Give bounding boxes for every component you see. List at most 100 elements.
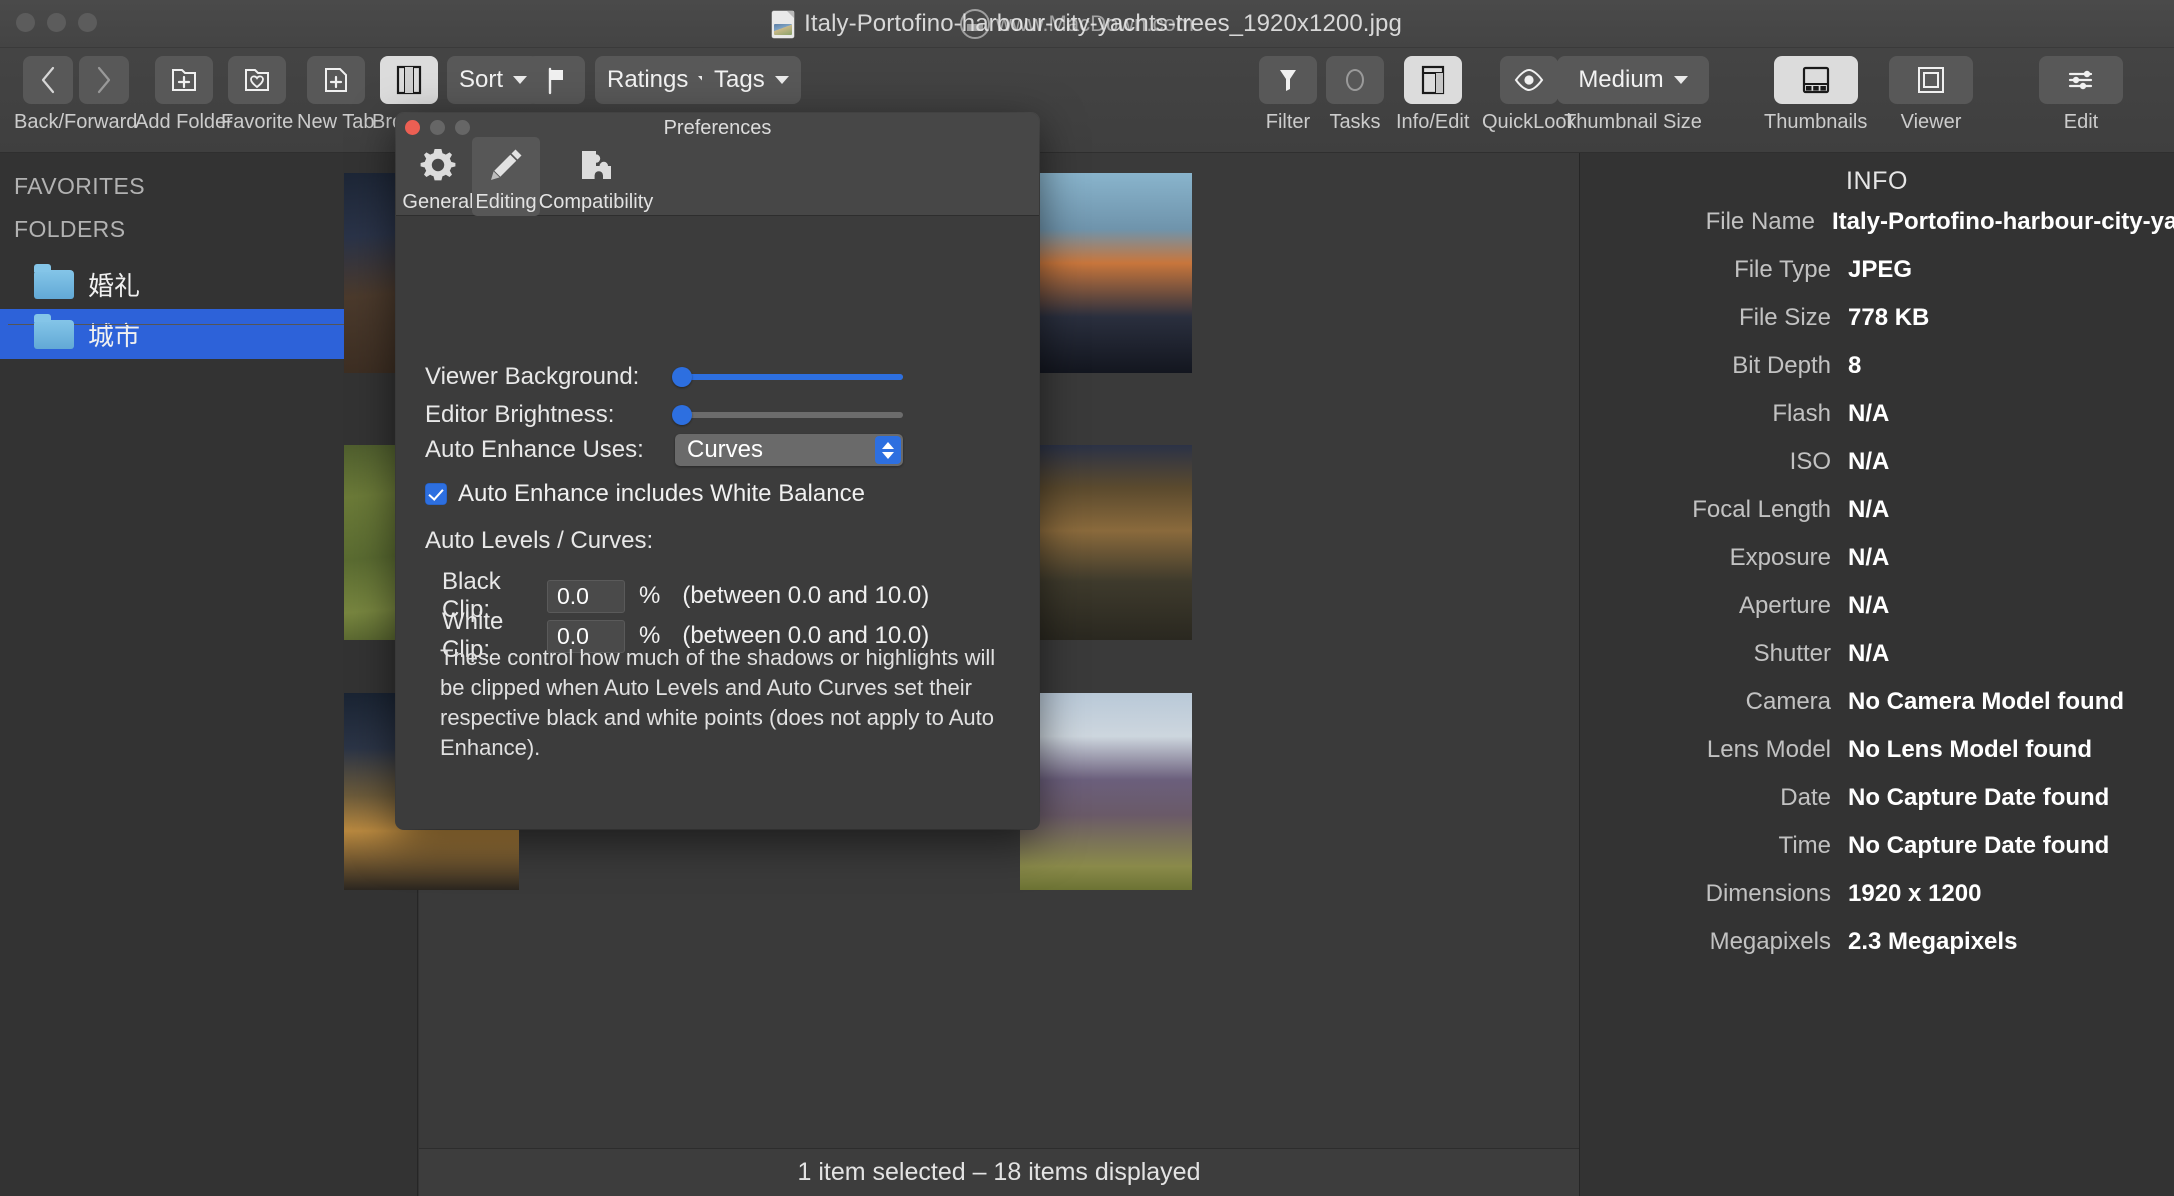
folder-icon <box>34 263 74 299</box>
toolbar-group-edit: Edit <box>2039 56 2123 134</box>
info-edit-panel-icon <box>1421 65 1444 95</box>
viewer-background-slider[interactable] <box>672 367 903 387</box>
forward-button[interactable] <box>78 56 129 104</box>
preferences-dialog: Preferences General Editing Compatibilit… <box>396 113 1039 829</box>
browser-button[interactable] <box>379 56 438 104</box>
info-row: Megapixels 2.3 Megapixels <box>1580 928 2174 976</box>
toolbar-group-back-forward: Back/Forward <box>14 56 137 134</box>
quicklook-button[interactable] <box>1500 56 1559 104</box>
slider-knob[interactable] <box>672 367 692 387</box>
info-row: Aperture N/A <box>1580 592 2174 640</box>
thumbnail-item[interactable] <box>1020 693 1192 890</box>
info-key: Lens Model <box>1706 736 1831 763</box>
chevron-right-icon <box>97 66 110 94</box>
folder-label: 城市 <box>88 320 141 351</box>
tab-editing[interactable]: Editing <box>472 137 540 216</box>
black-clip-value: 0.0 <box>557 582 589 609</box>
chevron-down-icon <box>1673 76 1688 84</box>
auto-enhance-white-balance-row[interactable]: Auto Enhance includes White Balance <box>425 480 865 508</box>
ratings-dropdown-label: Ratings <box>607 66 689 93</box>
toolbar-group-new-tab: New Tab <box>297 56 374 134</box>
funnel-filter-icon <box>1280 70 1296 91</box>
thumbnail-item[interactable] <box>1020 173 1192 373</box>
thumbnail-item[interactable] <box>1020 445 1192 640</box>
info-row: Camera No Camera Model found <box>1580 688 2174 736</box>
info-key: Camera <box>1745 688 1831 715</box>
filter-button[interactable] <box>1259 56 1317 104</box>
info-key: Dimensions <box>1705 880 1831 907</box>
tab-editing-label: Editing <box>475 191 537 213</box>
sort-dropdown-button[interactable]: Sort <box>447 56 540 104</box>
folder-icon <box>34 313 74 349</box>
info-value: Italy-Portofino-harbour-city-ya... <box>1831 208 2174 235</box>
auto-enhance-white-balance-checkbox[interactable] <box>425 483 447 505</box>
info-row: File Size 778 KB <box>1580 304 2174 352</box>
flag-button[interactable] <box>527 56 585 104</box>
chevron-down-icon <box>882 451 894 459</box>
info-key: File Size <box>1738 304 1831 331</box>
viewer-background-label: Viewer Background: <box>425 363 640 390</box>
tags-dropdown-button[interactable]: Tags <box>702 56 801 104</box>
info-panel: INFO File Name Italy-Portofino-harbour-ci… <box>1579 153 2174 1196</box>
info-row: ISO N/A <box>1580 448 2174 496</box>
edit-sliders-icon <box>2068 70 2093 90</box>
info-value: N/A <box>1848 544 1890 571</box>
row-viewer-background: Viewer Background: <box>425 363 1010 391</box>
preferences-tabbar: General Editing Compatibility <box>402 137 653 216</box>
slider-fill <box>675 374 903 380</box>
info-key: Megapixels <box>1709 928 1831 955</box>
thumbnail-size-dropdown-button[interactable]: Medium <box>1557 56 1709 104</box>
info-panel-title: INFO <box>1845 167 1909 195</box>
info-row: Time No Capture Date found <box>1580 832 2174 880</box>
document-icon <box>772 10 795 38</box>
viewer-button[interactable] <box>1889 56 1973 104</box>
new-tab-button[interactable] <box>306 56 365 104</box>
info-row: Date No Capture Date found <box>1580 784 2174 832</box>
info-value: N/A <box>1848 448 1890 475</box>
tags-dropdown-label: Tags <box>714 66 765 93</box>
preferences-titlebar: Preferences General Editing Compatibilit… <box>396 113 1039 216</box>
sort-dropdown-label: Sort <box>459 66 504 93</box>
window-title: Italy-Portofino-harbour-city-yachts-tree… <box>804 10 1402 37</box>
thumbnails-button[interactable] <box>1773 56 1858 104</box>
puzzle-piece-icon <box>582 151 611 179</box>
info-row: Flash N/A <box>1580 400 2174 448</box>
info-edit-button[interactable] <box>1403 56 1462 104</box>
info-row: File Type JPEG <box>1580 256 2174 304</box>
info-row: Shutter N/A <box>1580 640 2174 688</box>
toolbar-label-favorite: Favorite <box>221 111 294 133</box>
main-toolbar: Back/Forward Add Folder Favorite New Tab… <box>0 48 2174 153</box>
new-tab-icon <box>324 68 347 92</box>
info-value: JPEG <box>1848 256 1913 283</box>
back-button[interactable] <box>22 56 73 104</box>
toolbar-group-favorite: Favorite <box>221 56 293 134</box>
flag-icon <box>548 67 563 95</box>
add-folder-button[interactable] <box>154 56 213 104</box>
toolbar-label-new-tab: New Tab <box>297 111 375 133</box>
black-clip-unit: % <box>639 582 661 609</box>
row-auto-enhance-uses: Auto Enhance Uses: Curves <box>425 434 1010 466</box>
status-text: 1 item selected – 18 items displayed <box>797 1158 1201 1186</box>
gear-icon <box>420 149 456 181</box>
toolbar-label-tasks: Tasks <box>1329 111 1381 133</box>
info-key: Exposure <box>1729 544 1831 571</box>
editor-brightness-slider[interactable] <box>672 405 903 425</box>
stepper-icon[interactable] <box>875 436 901 464</box>
info-key: Time <box>1778 832 1831 859</box>
editor-brightness-label: Editor Brightness: <box>425 401 615 428</box>
info-key: ISO <box>1789 448 1831 475</box>
info-row: Exposure N/A <box>1580 544 2174 592</box>
app-window: Italy-Portofino-harbour-city-yachts-tree… <box>0 0 2174 1196</box>
favorite-button[interactable] <box>228 56 287 104</box>
toolbar-group-filter: Filter <box>1259 56 1317 134</box>
info-value: 1920 x 1200 <box>1848 880 1982 907</box>
info-value: No Capture Date found <box>1848 832 2110 859</box>
tasks-button[interactable] <box>1326 56 1384 104</box>
pencil-icon <box>491 149 522 180</box>
auto-enhance-uses-select[interactable]: Curves <box>675 434 903 466</box>
chevron-up-icon <box>882 441 894 449</box>
tab-compatibility[interactable]: Compatibility <box>539 137 653 216</box>
tab-general[interactable]: General <box>402 137 474 216</box>
edit-button[interactable] <box>2039 56 2123 104</box>
slider-knob[interactable] <box>672 405 692 425</box>
